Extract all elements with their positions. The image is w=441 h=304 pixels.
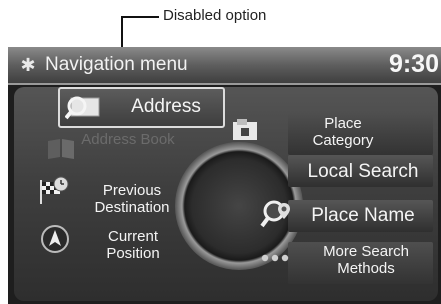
- place-category-button[interactable]: Place Category: [292, 115, 394, 149]
- address-label: Address: [131, 96, 201, 117]
- dots-icon: [261, 254, 289, 262]
- gear-icon[interactable]: ✱: [19, 56, 37, 74]
- previous-destination-button[interactable]: Previous Destination: [80, 182, 184, 216]
- more-search-methods-button[interactable]: More Search Methods: [298, 243, 434, 277]
- book-icon: [48, 139, 74, 159]
- address-book-label[interactable]: Address Book: [80, 131, 176, 148]
- place-name-button[interactable]: Place Name: [298, 205, 428, 227]
- navigation-screen: ✱ Navigation menu 9:30 Address Address B…: [8, 47, 441, 304]
- category-icon: [233, 119, 257, 140]
- clock: 9:30: [388, 50, 439, 78]
- title-bar: ✱ Navigation menu 9:30: [8, 47, 441, 85]
- magnifier-map-icon: [65, 96, 100, 120]
- page-title: Navigation menu: [45, 54, 188, 75]
- address-book-text: Address Book: [81, 131, 175, 148]
- callout-label: Disabled option: [163, 7, 267, 24]
- magnifier-pin-icon: [260, 200, 290, 228]
- local-search-button[interactable]: Local Search: [290, 161, 436, 183]
- current-position-button[interactable]: Current Position: [84, 228, 182, 262]
- compass-arrow-icon: [41, 225, 69, 253]
- callout-line-horizontal: [121, 16, 159, 18]
- checkered-flag-clock-icon: [40, 176, 69, 204]
